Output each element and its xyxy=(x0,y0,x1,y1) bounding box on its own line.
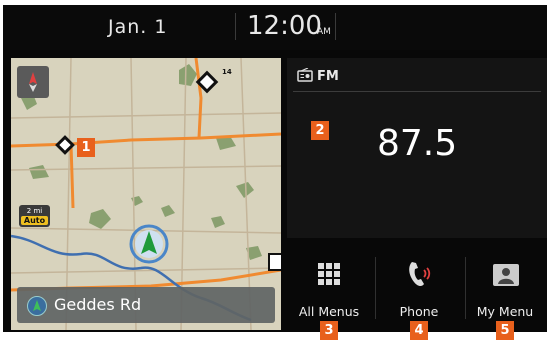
map-scale-button[interactable]: 2 mi Auto xyxy=(19,205,50,227)
clock-time: 12:00 xyxy=(247,11,322,41)
phone-icon xyxy=(409,262,431,287)
scale-auto-badge: Auto xyxy=(21,216,48,225)
clock-ampm: AM xyxy=(317,27,331,37)
current-position-icon xyxy=(129,224,169,264)
compass-icon xyxy=(29,72,37,92)
my-menu-label: My Menu xyxy=(476,304,534,319)
navigation-map[interactable]: 14 2 mi Auto Geddes Rd 1 xyxy=(11,58,281,330)
current-road-name: Geddes Rd xyxy=(54,295,142,314)
road-direction-icon xyxy=(27,296,47,316)
grid-icon xyxy=(318,263,340,285)
status-divider xyxy=(335,13,336,40)
radio-divider xyxy=(293,91,541,92)
callout-3: 3 xyxy=(320,321,338,340)
current-road-bar[interactable]: Geddes Rd xyxy=(17,287,275,323)
compass-button[interactable] xyxy=(17,66,49,98)
my-menu-button[interactable]: My Menu 5 xyxy=(463,245,547,340)
radio-frequency: 87.5 xyxy=(377,123,458,164)
callout-2: 2 xyxy=(311,121,329,140)
radio-icon xyxy=(297,67,313,82)
bottom-dock: All Menus 3 Phone 4 My Menu 5 xyxy=(287,245,547,340)
dock-divider xyxy=(375,257,376,319)
park-area xyxy=(89,209,111,229)
phone-label: Phone xyxy=(399,304,439,319)
callout-4: 4 xyxy=(410,321,428,340)
callout-1: 1 xyxy=(77,138,95,157)
radio-header: FM xyxy=(297,67,339,84)
head-unit-screen: Jan. 1 12:00 AM 14 2 mi Auto Geddes Rd 1… xyxy=(3,5,547,340)
phone-button[interactable]: Phone 4 xyxy=(377,245,461,340)
all-menus-button[interactable]: All Menus 3 xyxy=(287,245,371,340)
route-shield-label: 14 xyxy=(222,68,232,76)
status-divider xyxy=(235,13,236,40)
route-shield-icon xyxy=(268,253,281,271)
scale-distance: 2 mi xyxy=(26,207,43,215)
park-area xyxy=(131,196,143,206)
person-icon xyxy=(493,264,519,286)
callout-5: 5 xyxy=(496,321,514,340)
all-menus-label: All Menus xyxy=(298,304,360,319)
radio-widget[interactable]: FM 2 87.5 xyxy=(287,58,547,238)
park-area xyxy=(211,216,225,228)
radio-band: FM xyxy=(317,69,339,84)
park-area xyxy=(29,165,49,179)
status-bar: Jan. 1 12:00 AM xyxy=(3,5,547,50)
date-label: Jan. 1 xyxy=(108,16,168,38)
park-area xyxy=(161,205,175,217)
park-area xyxy=(179,64,197,86)
